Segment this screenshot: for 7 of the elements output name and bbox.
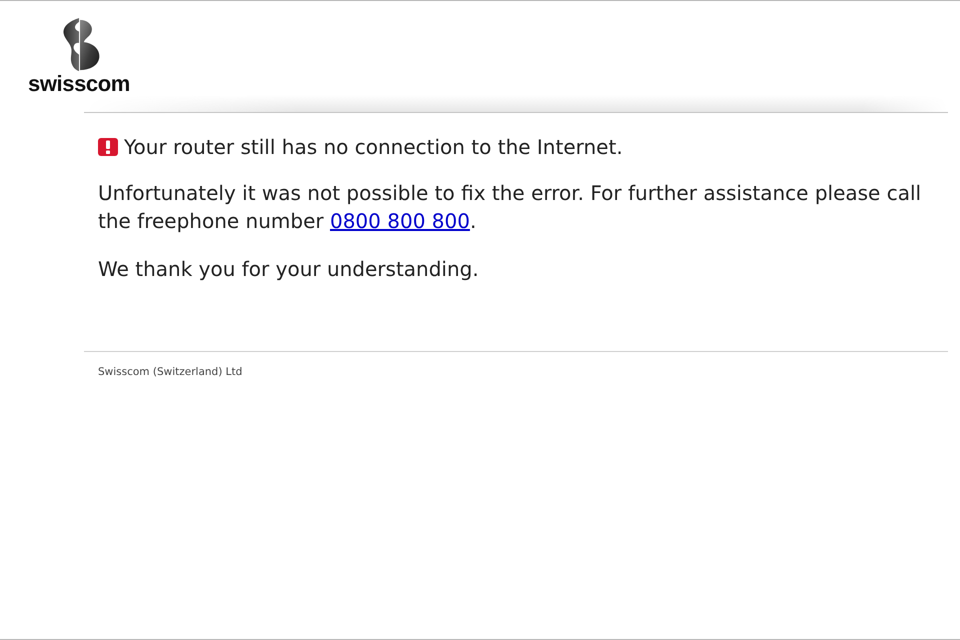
alert-icon [98, 138, 118, 156]
error-description: Unfortunately it was not possible to fix the error. For further assistance please call the freephone number 0800 800 800. [98, 180, 922, 235]
thank-you-text: We thank you for your understanding. [98, 256, 480, 283]
logo-wordmark: swisscom [28, 73, 130, 95]
error-title: Your router still has no connection to the Internet. [124, 135, 623, 159]
footer-text: Swisscom (Switzerland) Ltd [98, 366, 242, 378]
phone-link[interactable]: 0800 800 800 [330, 209, 470, 233]
